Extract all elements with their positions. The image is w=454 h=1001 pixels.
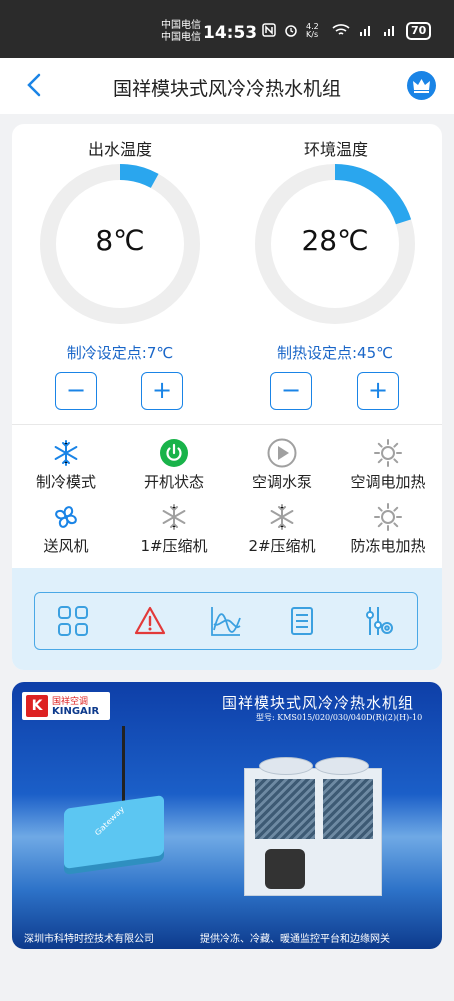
antenna-image	[122, 726, 125, 806]
banner-slogan: 提供冷冻、冷藏、暖通监控平台和边缘网关	[200, 934, 390, 945]
banner-title: 国祥模块式风冷冷热水机组	[222, 694, 415, 712]
heating-increase-button[interactable]: +	[357, 372, 399, 410]
power-icon	[160, 439, 188, 467]
grid-icon	[58, 606, 89, 636]
status-compressor-2: 2#压缩机	[228, 502, 336, 556]
carrier-info: 中国电信 中国电信	[161, 20, 201, 44]
sun-heater-icon	[374, 503, 402, 531]
status-ac-heater: 空调电加热	[334, 438, 442, 492]
status-bar: 中国电信 中国电信 14:53 4.2 K/s 70	[0, 0, 454, 58]
status-water-pump: 空调水泵	[228, 438, 336, 492]
gauge-label-outlet: 出水温度	[87, 140, 152, 159]
gauge-label-ambient: 环境温度	[303, 140, 368, 159]
nav-settings-button[interactable]	[362, 604, 396, 638]
status-label: 1#压缩机	[140, 537, 208, 555]
alarm-warning-icon	[134, 606, 165, 635]
carrier-1: 中国电信	[161, 20, 201, 31]
cooling-decrease-button[interactable]: −	[55, 372, 97, 410]
alarm-clock-icon	[284, 23, 298, 40]
battery-indicator: 70	[406, 22, 432, 40]
status-label: 制冷模式	[35, 473, 96, 491]
vip-button[interactable]	[407, 71, 436, 100]
nfc-icon	[262, 22, 276, 40]
cooling-increase-button[interactable]: +	[141, 372, 183, 410]
network-speed: 4.2 K/s	[306, 22, 319, 39]
app-bar: 国祥模块式风冷冷热水机组	[0, 58, 454, 114]
status-label: 2#压缩机	[248, 537, 316, 555]
gateway-device-image: Gateway	[64, 794, 164, 870]
nav-trend-button[interactable]	[209, 604, 243, 638]
gauge-value: 28℃	[301, 224, 369, 257]
chiller-unit-image	[244, 757, 382, 896]
kingair-logo-mark: K	[26, 695, 48, 717]
status-compressor-1: 1#压缩机	[120, 502, 228, 556]
heating-setpoint: 制热设定点:45℃	[277, 344, 393, 362]
status-label: 防冻电加热	[350, 537, 426, 555]
crown-icon	[413, 79, 430, 93]
banner-company: 深圳市科特时控技术有限公司	[24, 934, 154, 945]
gateway-label: Gateway	[93, 804, 127, 838]
trend-chart-icon	[211, 607, 241, 636]
gauge-ambient-temp: 28℃	[253, 162, 417, 326]
wifi-icon	[332, 23, 350, 40]
status-label: 空调水泵	[251, 473, 312, 491]
logo-en: KINGAIR	[52, 706, 100, 717]
signal-5g-icon	[358, 23, 374, 40]
snowflake-icon	[54, 440, 78, 466]
status-label: 开机状态	[143, 473, 204, 491]
carrier-2: 中国电信	[161, 32, 201, 43]
nav-alarm-button[interactable]	[133, 604, 167, 638]
page-title: 国祥模块式风冷冷热水机组	[112, 78, 341, 100]
snowflake-icon	[162, 504, 186, 530]
divider	[12, 424, 442, 425]
clock: 14:53	[203, 23, 258, 43]
gauge-outlet-temp: 8℃	[38, 162, 202, 326]
nav-overview-button[interactable]	[56, 604, 90, 638]
cooling-setpoint: 制冷设定点:7℃	[66, 344, 174, 362]
fan-icon	[55, 506, 77, 528]
status-label: 送风机	[43, 537, 89, 555]
status-antifreeze-heater: 防冻电加热	[334, 502, 442, 556]
control-card: 出水温度 8℃ 环境温度 28℃ 制冷设定点:7℃ 制热设定点:45℃ − + …	[12, 124, 442, 670]
sun-heater-icon	[374, 439, 402, 467]
settings-sliders-icon	[365, 607, 393, 635]
snowflake-icon	[270, 504, 294, 530]
brand-logo: K 国祥空调 KINGAIR	[22, 692, 110, 720]
play-pump-icon	[267, 438, 297, 468]
nav-zone	[12, 568, 442, 670]
status-cooling-mode: 制冷模式	[12, 438, 120, 492]
function-nav	[34, 592, 418, 650]
status-icons: 4.2 K/s 70	[262, 22, 432, 40]
status-blower-fan: 送风机	[12, 502, 120, 556]
signal-4g-icon	[382, 23, 398, 40]
product-banner[interactable]: K 国祥空调 KINGAIR 国祥模块式风冷冷热水机组 型号: KMS015/0…	[12, 682, 442, 949]
status-label: 空调电加热	[350, 473, 426, 491]
nav-records-button[interactable]	[285, 604, 319, 638]
status-power: 开机状态	[120, 438, 228, 492]
gauge-value: 8℃	[95, 224, 145, 257]
heating-decrease-button[interactable]: −	[270, 372, 312, 410]
document-list-icon	[291, 607, 314, 635]
banner-model: 型号: KMS015/020/030/040D(R)(2)(H)-10	[256, 713, 423, 722]
